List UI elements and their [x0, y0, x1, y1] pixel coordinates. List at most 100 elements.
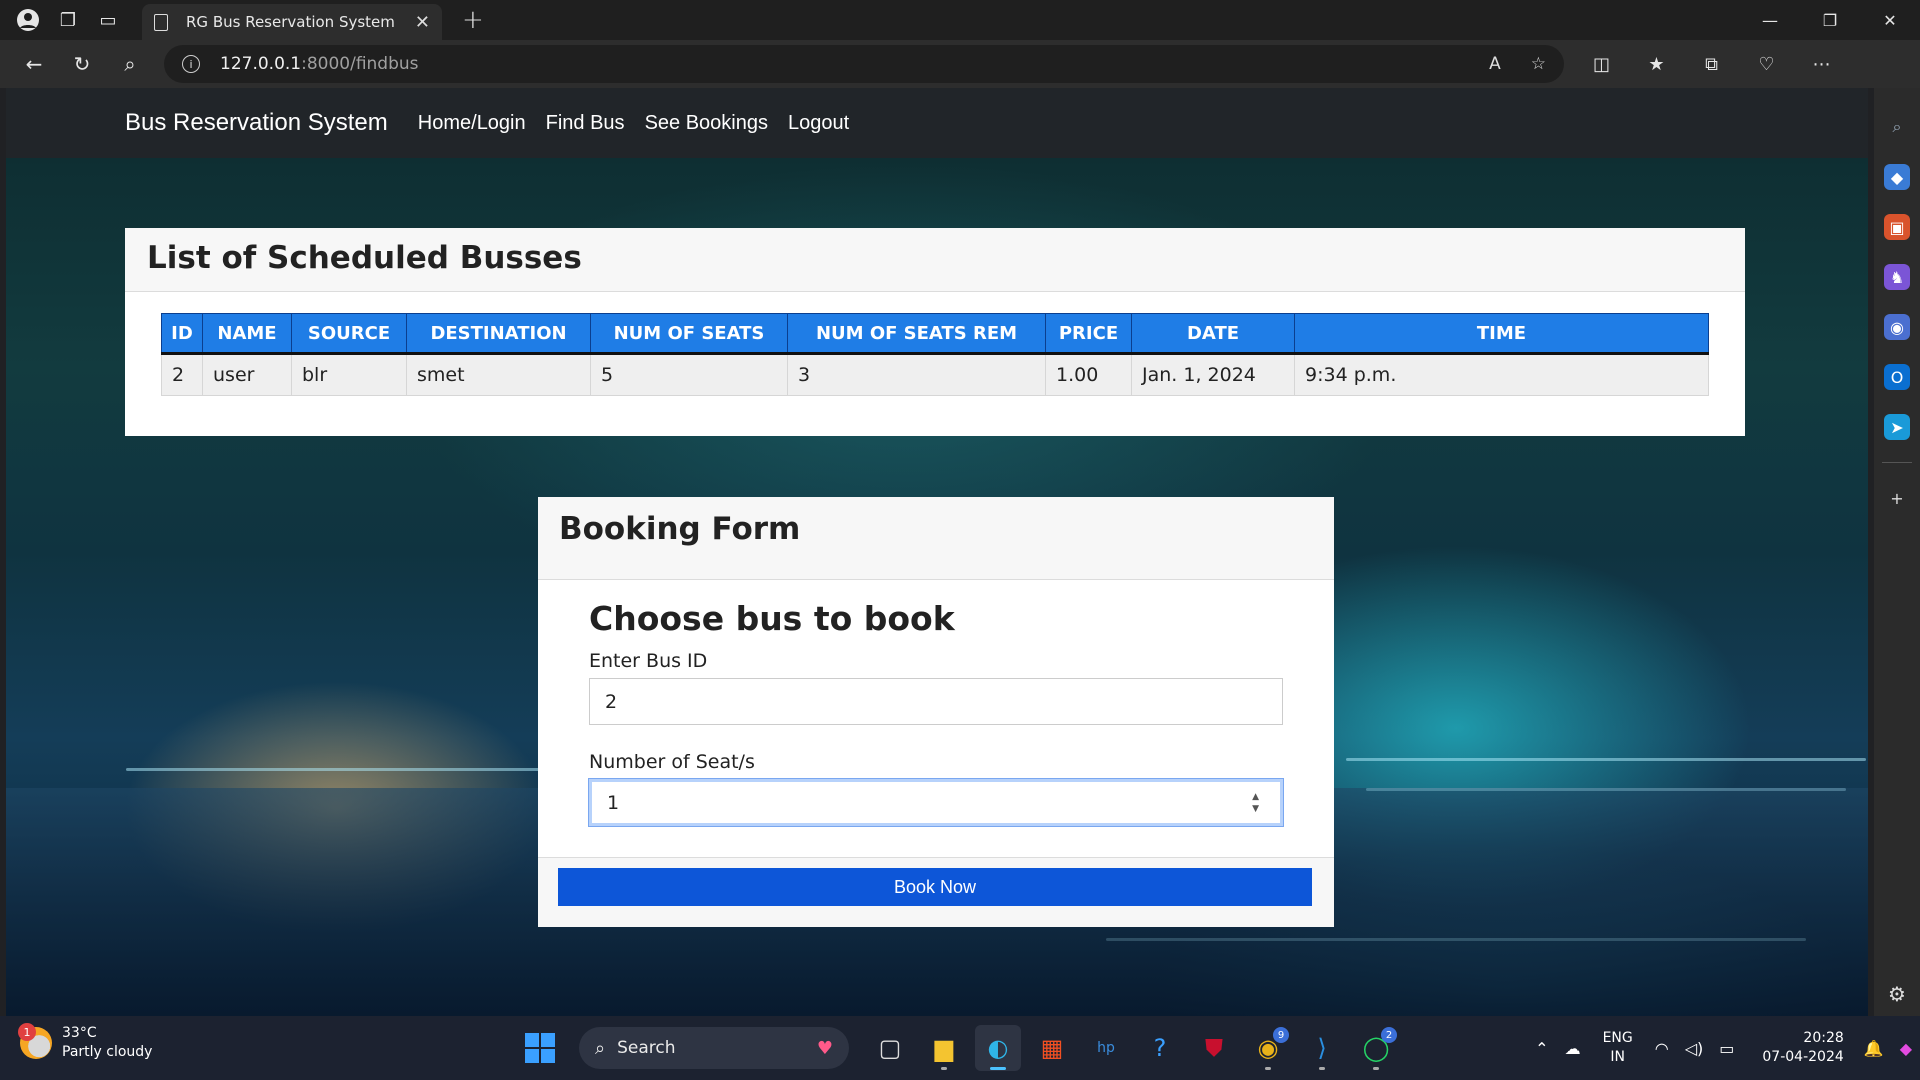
split-screen-icon[interactable]: ◫ — [1574, 44, 1629, 84]
volume-icon[interactable]: ◁) — [1685, 1039, 1704, 1058]
address-bar[interactable]: i 127.0.0.1:8000/findbus A ☆ — [164, 45, 1564, 83]
taskbar-search[interactable]: ⌕ Search ♥ — [579, 1027, 849, 1069]
seats-label: Number of Seat/s — [589, 751, 755, 773]
profile-icon[interactable] — [8, 0, 48, 40]
chrome-badge: 9 — [1273, 1027, 1289, 1043]
nav-link-home-login[interactable]: Home/Login — [418, 112, 526, 135]
scheduled-busses-card: List of Scheduled Busses ID NAME SOURCE … — [125, 228, 1745, 436]
seats-number-input[interactable]: 1 ▲ ▼ — [588, 778, 1284, 827]
whatsapp-icon[interactable]: ◯ 2 — [1353, 1025, 1399, 1071]
search-icon[interactable]: ⌕ — [106, 44, 154, 84]
cell-destination: smet — [406, 353, 591, 396]
light-streak — [1346, 758, 1866, 761]
chrome-icon[interactable]: ◉ 9 — [1245, 1025, 1291, 1071]
booking-form-card: Booking Form Choose bus to book Enter Bu… — [538, 497, 1334, 927]
help-icon[interactable]: ? — [1137, 1025, 1183, 1071]
card-footer: Book Now — [538, 857, 1334, 927]
minimize-button[interactable]: — — [1740, 0, 1800, 40]
mcafee-icon[interactable]: ⛊ — [1191, 1025, 1237, 1071]
notification-bell-icon[interactable]: 🔔 — [1864, 1039, 1884, 1058]
taskbar-search-label: Search — [617, 1038, 676, 1058]
sidebar-settings-icon[interactable]: ⚙ — [1888, 982, 1906, 1006]
favorite-star-icon[interactable]: ☆ — [1531, 54, 1546, 74]
read-aloud-icon[interactable]: A — [1489, 54, 1501, 74]
sidebar-copilot-icon[interactable]: ◉ — [1884, 314, 1910, 340]
stepper-down-icon[interactable]: ▼ — [1252, 803, 1259, 815]
site-info-icon[interactable]: i — [182, 55, 200, 73]
address-toolbar: ← ↻ ⌕ i 127.0.0.1:8000/findbus A ☆ ◫ ★ ⧉… — [0, 40, 1920, 118]
windows-taskbar: 1 33°C Partly cloudy ⌕ Search ♥ ▢ ▆ ◐ ▦ … — [0, 1016, 1920, 1080]
sidebar-tools-icon[interactable]: ▣ — [1884, 214, 1910, 240]
store-icon[interactable]: ▦ — [1029, 1025, 1075, 1071]
col-header-num-seats: NUM OF SEATS — [590, 313, 788, 355]
language-indicator[interactable]: ENG IN — [1603, 1029, 1633, 1067]
col-header-seats-rem: NUM OF SEATS REM — [787, 313, 1046, 355]
site-brand[interactable]: Bus Reservation System — [125, 109, 388, 137]
vscode-icon[interactable]: ⟩ — [1299, 1025, 1345, 1071]
book-now-button[interactable]: Book Now — [558, 868, 1312, 906]
nav-link-logout[interactable]: Logout — [788, 112, 849, 135]
new-tab-button[interactable]: + — [462, 5, 484, 35]
battery-icon[interactable]: ▭ — [1719, 1039, 1734, 1058]
browser-essentials-icon[interactable]: ♡ — [1739, 44, 1794, 84]
refresh-icon[interactable]: ↻ — [58, 44, 106, 84]
close-tab-icon[interactable]: ✕ — [415, 12, 430, 33]
cell-id: 2 — [161, 353, 203, 396]
cell-price: 1.00 — [1045, 353, 1132, 396]
browser-tab-active[interactable]: RG Bus Reservation System ✕ — [142, 4, 442, 40]
stepper-up-icon[interactable]: ▲ — [1252, 791, 1259, 803]
number-stepper[interactable]: ▲ ▼ — [1252, 791, 1259, 815]
light-streak — [1366, 788, 1846, 791]
onedrive-icon[interactable]: ☁ — [1565, 1039, 1581, 1058]
tab-title: RG Bus Reservation System — [186, 13, 395, 31]
page-viewport: Bus Reservation System Home/Login Find B… — [6, 88, 1868, 1016]
collections-icon[interactable]: ⧉ — [1684, 44, 1739, 84]
cell-num-seats: 5 — [590, 353, 788, 396]
more-menu-icon[interactable]: ⋯ — [1794, 44, 1849, 84]
myhp-icon[interactable]: hp — [1083, 1025, 1129, 1071]
weather-widget[interactable]: 1 33°C Partly cloudy — [18, 1023, 153, 1062]
lang-region: IN — [1610, 1049, 1625, 1065]
edge-app-icon[interactable]: ◐ — [975, 1025, 1021, 1071]
copilot-taskbar-icon[interactable]: ◆ — [1900, 1039, 1912, 1058]
back-icon[interactable]: ← — [10, 44, 58, 84]
col-header-time: TIME — [1294, 313, 1709, 355]
bus-id-value: 2 — [605, 690, 618, 713]
sidebar-shopping-icon[interactable]: ◆ — [1884, 164, 1910, 190]
file-explorer-icon[interactable]: ▆ — [921, 1025, 967, 1071]
workspaces-icon[interactable]: ❐ — [48, 0, 88, 40]
chevron-up-icon[interactable]: ⌃ — [1535, 1039, 1548, 1058]
booking-form-title: Booking Form — [559, 511, 801, 547]
sidebar-games-icon[interactable]: ♞ — [1884, 264, 1910, 290]
sidebar-search-icon[interactable]: ⌕ — [1884, 114, 1910, 140]
bus-id-input[interactable]: 2 — [589, 678, 1283, 725]
browser-actions: ◫ ★ ⧉ ♡ ⋯ — [1574, 44, 1849, 84]
nav-link-see-bookings[interactable]: See Bookings — [645, 112, 768, 135]
sidebar-drop-icon[interactable]: ➤ — [1884, 414, 1910, 440]
sidebar-outlook-icon[interactable]: O — [1884, 364, 1910, 390]
nav-link-find-bus[interactable]: Find Bus — [546, 112, 625, 135]
clock-date: 07-04-2024 — [1762, 1049, 1844, 1065]
favorites-icon[interactable]: ★ — [1629, 44, 1684, 84]
taskbar-apps: ⌕ Search ♥ ▢ ▆ ◐ ▦ hp ? ⛊ ◉ 9 ⟩ ◯ 2 — [525, 1024, 1403, 1072]
weather-badge: 1 — [18, 1023, 36, 1041]
search-icon: ⌕ — [595, 1037, 606, 1059]
weather-condition: Partly cloudy — [62, 1044, 153, 1060]
col-header-destination: DESTINATION — [406, 313, 591, 355]
clock[interactable]: 20:28 07-04-2024 — [1762, 1029, 1843, 1067]
cell-date: Jan. 1, 2024 — [1131, 353, 1295, 396]
tab-actions-icon[interactable]: ▭ — [88, 0, 128, 40]
booking-form: Choose bus to book Enter Bus ID 2 Number… — [588, 599, 1284, 852]
close-window-button[interactable]: ✕ — [1860, 0, 1920, 40]
page-icon — [154, 13, 168, 31]
search-highlight-icon: ♥ — [816, 1037, 833, 1059]
task-view-icon[interactable]: ▢ — [867, 1025, 913, 1071]
sidebar-add-icon[interactable]: + — [1884, 485, 1910, 511]
edge-sidebar: ⌕ ◆ ▣ ♞ ◉ O ➤ + ⚙ — [1874, 88, 1920, 1016]
restore-button[interactable]: ❐ — [1800, 0, 1860, 40]
cell-name: user — [202, 353, 292, 396]
windows-start-icon[interactable] — [525, 1033, 555, 1063]
clock-time: 20:28 — [1803, 1030, 1844, 1046]
wifi-icon[interactable]: ◠ — [1655, 1039, 1669, 1058]
col-header-id: ID — [161, 313, 203, 355]
